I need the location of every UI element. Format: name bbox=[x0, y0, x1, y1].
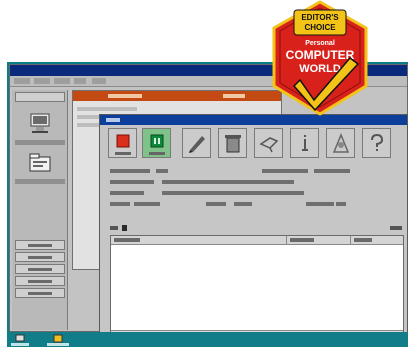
menu-item[interactable] bbox=[14, 78, 30, 84]
file-list-header bbox=[111, 236, 403, 245]
taskbar-caption bbox=[47, 343, 69, 346]
transfer-dialog bbox=[99, 114, 408, 344]
column-header[interactable] bbox=[111, 236, 287, 244]
menu-item[interactable] bbox=[34, 78, 50, 84]
info-button[interactable] bbox=[290, 128, 319, 158]
pen-icon bbox=[189, 136, 205, 153]
stop-button[interactable] bbox=[108, 128, 137, 158]
menu-item[interactable] bbox=[54, 78, 70, 84]
badge-personal-text: Personal bbox=[305, 40, 335, 47]
panel-button[interactable] bbox=[15, 288, 65, 298]
help-icon bbox=[371, 133, 384, 151]
taskbar-caption bbox=[11, 343, 29, 346]
panel-button[interactable] bbox=[15, 252, 65, 262]
panel-caption bbox=[15, 179, 65, 184]
start-button[interactable] bbox=[142, 128, 171, 158]
help-button[interactable] bbox=[362, 128, 391, 158]
panel-button[interactable] bbox=[15, 276, 65, 286]
left-panel bbox=[12, 90, 68, 330]
info-icon bbox=[302, 135, 308, 151]
panel-top-button[interactable] bbox=[15, 92, 65, 102]
dialog-titlebar[interactable] bbox=[100, 115, 407, 125]
bin-icon bbox=[225, 135, 241, 153]
editors-choice-badge: EDITOR'S CHOICE Personal Computer World bbox=[272, 0, 368, 116]
folder-icon[interactable] bbox=[27, 150, 53, 176]
file-list[interactable] bbox=[110, 235, 404, 339]
badge-computer-text: Computer bbox=[286, 48, 355, 62]
menu-item[interactable] bbox=[74, 78, 86, 84]
badge-world-text: World bbox=[299, 63, 341, 75]
hand-icon bbox=[259, 137, 279, 153]
settings-icon bbox=[332, 133, 350, 153]
computer-icon[interactable] bbox=[15, 334, 25, 343]
taskbar bbox=[7, 332, 408, 347]
start-icon bbox=[150, 134, 164, 148]
badge-choice-text: CHOICE bbox=[304, 23, 336, 32]
settings-button[interactable] bbox=[326, 128, 355, 158]
menu-item[interactable] bbox=[92, 78, 106, 84]
badge-editors-text: EDITOR'S bbox=[301, 13, 339, 22]
network-icon[interactable] bbox=[27, 110, 53, 136]
panel-caption bbox=[15, 140, 65, 145]
transfer-progress bbox=[110, 225, 402, 231]
column-header[interactable] bbox=[287, 236, 351, 244]
list-item[interactable] bbox=[77, 107, 137, 111]
transfer-info bbox=[110, 167, 402, 213]
edit-button[interactable] bbox=[182, 128, 211, 158]
move-button[interactable] bbox=[254, 128, 283, 158]
column-header[interactable] bbox=[351, 236, 405, 244]
panel-button[interactable] bbox=[15, 240, 65, 250]
panel-button[interactable] bbox=[15, 264, 65, 274]
dialog-toolbar bbox=[102, 128, 407, 162]
app-icon[interactable] bbox=[53, 334, 63, 343]
stop-icon bbox=[116, 134, 130, 148]
list-window-titlebar[interactable] bbox=[73, 91, 281, 101]
delete-button[interactable] bbox=[218, 128, 247, 158]
